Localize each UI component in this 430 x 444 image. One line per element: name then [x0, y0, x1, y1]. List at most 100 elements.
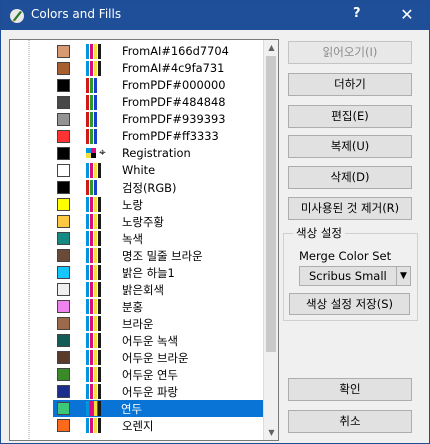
color-list-item[interactable]: 어두운 연두	[10, 366, 263, 383]
cmyk-color-icon	[86, 282, 101, 297]
scribus-app-icon	[10, 9, 24, 23]
color-list-item[interactable]: FromPDF#484848	[10, 94, 263, 111]
remove-unused-button[interactable]: 미사용된 것 제거(R)	[288, 197, 412, 220]
colors-and-fills-dialog: Colors and Fills ? ✕ FromAI#166d7704 From…	[0, 0, 430, 444]
close-button[interactable]: ✕	[393, 2, 421, 28]
scroll-thumb[interactable]	[266, 56, 276, 352]
color-list-item[interactable]: 검정(RGB)	[10, 179, 263, 196]
cmyk-color-icon	[86, 231, 101, 246]
save-color-set-button[interactable]: 색상 설정 저장(S)	[289, 293, 410, 315]
color-list-item[interactable]: 노랑	[10, 196, 263, 213]
color-name: 노랑주황	[122, 215, 164, 229]
color-name: FromPDF#939393	[122, 112, 226, 126]
help-button[interactable]: ?	[353, 6, 361, 21]
color-list-item[interactable]: 오렌지	[10, 417, 263, 434]
color-name: 밝은 하늘1	[122, 266, 175, 280]
merge-color-set-label: Merge Color Set	[299, 249, 392, 263]
color-set-select-value: Scribus Small	[309, 269, 387, 283]
cmyk-color-icon	[86, 333, 101, 348]
edit-button[interactable]: 편집(E)	[288, 105, 412, 128]
color-name: FromPDF#ff3333	[122, 129, 219, 143]
color-name: 밝은회색	[122, 283, 164, 297]
registration-color-icon: ⌖	[86, 145, 111, 161]
color-list-item[interactable]: 어두운 브라운	[10, 349, 263, 366]
cmyk-color-icon	[86, 299, 101, 314]
cmyk-color-icon	[86, 350, 101, 365]
color-name: White	[122, 163, 156, 177]
color-swatch	[57, 130, 70, 143]
color-list-item[interactable]: FromAI#166d7704	[10, 43, 263, 60]
color-swatch	[57, 215, 70, 228]
color-name: 분홍	[122, 300, 143, 314]
vertical-scrollbar[interactable]: ▲ ▼	[263, 40, 278, 440]
color-name: 브라운	[122, 317, 154, 331]
cmyk-color-icon	[86, 248, 101, 263]
color-list-item[interactable]: White	[10, 162, 263, 179]
rgb-color-icon	[86, 180, 101, 195]
cmyk-color-icon	[86, 401, 101, 416]
cmyk-color-icon	[86, 163, 101, 178]
color-swatch	[57, 334, 70, 347]
color-list-item[interactable]: 명조 밀줄 브라운	[10, 247, 263, 264]
window-title: Colors and Fills	[31, 7, 122, 21]
color-swatch	[57, 368, 70, 381]
color-list-item[interactable]: 연두	[53, 400, 263, 417]
rgb-color-icon	[86, 78, 101, 93]
color-swatch	[57, 164, 70, 177]
rgb-color-icon	[86, 95, 101, 110]
color-swatch	[57, 300, 70, 313]
delete-button[interactable]: 삭제(D)	[288, 166, 412, 189]
color-swatch	[57, 232, 70, 245]
import-button[interactable]: 읽어오기(I)	[288, 41, 412, 64]
color-list[interactable]: FromAI#166d7704 FromAI#4c9fa731 FromPDF#00…	[9, 39, 279, 441]
color-list-item[interactable]: FromPDF#000000	[10, 77, 263, 94]
color-list-item[interactable]: 밝은회색	[10, 281, 263, 298]
cmyk-color-icon	[86, 214, 101, 229]
new-button[interactable]: 더하기	[288, 73, 412, 96]
chevron-down-icon[interactable]: ▼	[396, 267, 410, 285]
color-swatch	[57, 198, 70, 211]
cmyk-color-icon	[86, 418, 101, 433]
duplicate-button[interactable]: 복제(U)	[288, 135, 412, 158]
color-list-item[interactable]: 녹색	[10, 230, 263, 247]
cmyk-color-icon	[86, 367, 101, 382]
rgb-color-icon	[86, 129, 101, 144]
color-list-item[interactable]: 밝은 하늘1	[10, 264, 263, 281]
cmyk-color-icon	[86, 44, 101, 59]
cmyk-color-icon	[86, 61, 101, 76]
color-list-item[interactable]: FromPDF#939393	[10, 111, 263, 128]
scroll-up-arrow-icon[interactable]: ▲	[264, 40, 278, 55]
color-list-item[interactable]: ⌖ Registration	[10, 145, 263, 162]
color-swatch	[57, 62, 70, 75]
color-name: FromPDF#000000	[122, 78, 226, 92]
color-swatch	[57, 96, 70, 109]
color-list-item[interactable]: 노랑주황	[10, 213, 263, 230]
scroll-down-arrow-icon[interactable]: ▼	[264, 425, 278, 440]
color-name: FromPDF#484848	[122, 95, 226, 109]
color-swatch	[57, 45, 70, 58]
rgb-color-icon	[86, 112, 101, 127]
ok-button[interactable]: 확인	[288, 378, 412, 401]
color-list-item[interactable]: FromAI#4c9fa731	[10, 60, 263, 77]
color-swatch	[57, 249, 70, 262]
color-list-item[interactable]: 브라운	[10, 315, 263, 332]
title-bar[interactable]: Colors and Fills ? ✕	[1, 1, 429, 30]
color-name: 명조 밀줄 브라운	[122, 249, 203, 263]
color-set-select[interactable]: Scribus Small ▼	[299, 266, 411, 286]
color-name: FromAI#166d7704	[122, 44, 229, 58]
color-name: 연두	[121, 402, 142, 416]
color-swatch	[57, 317, 70, 330]
color-list-item[interactable]: 분홍	[10, 298, 263, 315]
color-name: 어두운 파랑	[122, 385, 179, 399]
color-sets-group-title: 색상 설정	[293, 225, 345, 241]
color-list-item[interactable]: FromPDF#ff3333	[10, 128, 263, 145]
color-name: 어두운 브라운	[122, 351, 189, 365]
color-list-item[interactable]: 어두운 파랑	[10, 383, 263, 400]
cmyk-color-icon	[86, 197, 101, 212]
color-list-item[interactable]: 어두운 녹색	[10, 332, 263, 349]
color-swatch	[57, 385, 70, 398]
color-swatch	[57, 181, 70, 194]
color-name: 어두운 연두	[122, 368, 179, 382]
cancel-button[interactable]: 취소	[288, 410, 412, 433]
color-name: 노랑	[122, 198, 143, 212]
